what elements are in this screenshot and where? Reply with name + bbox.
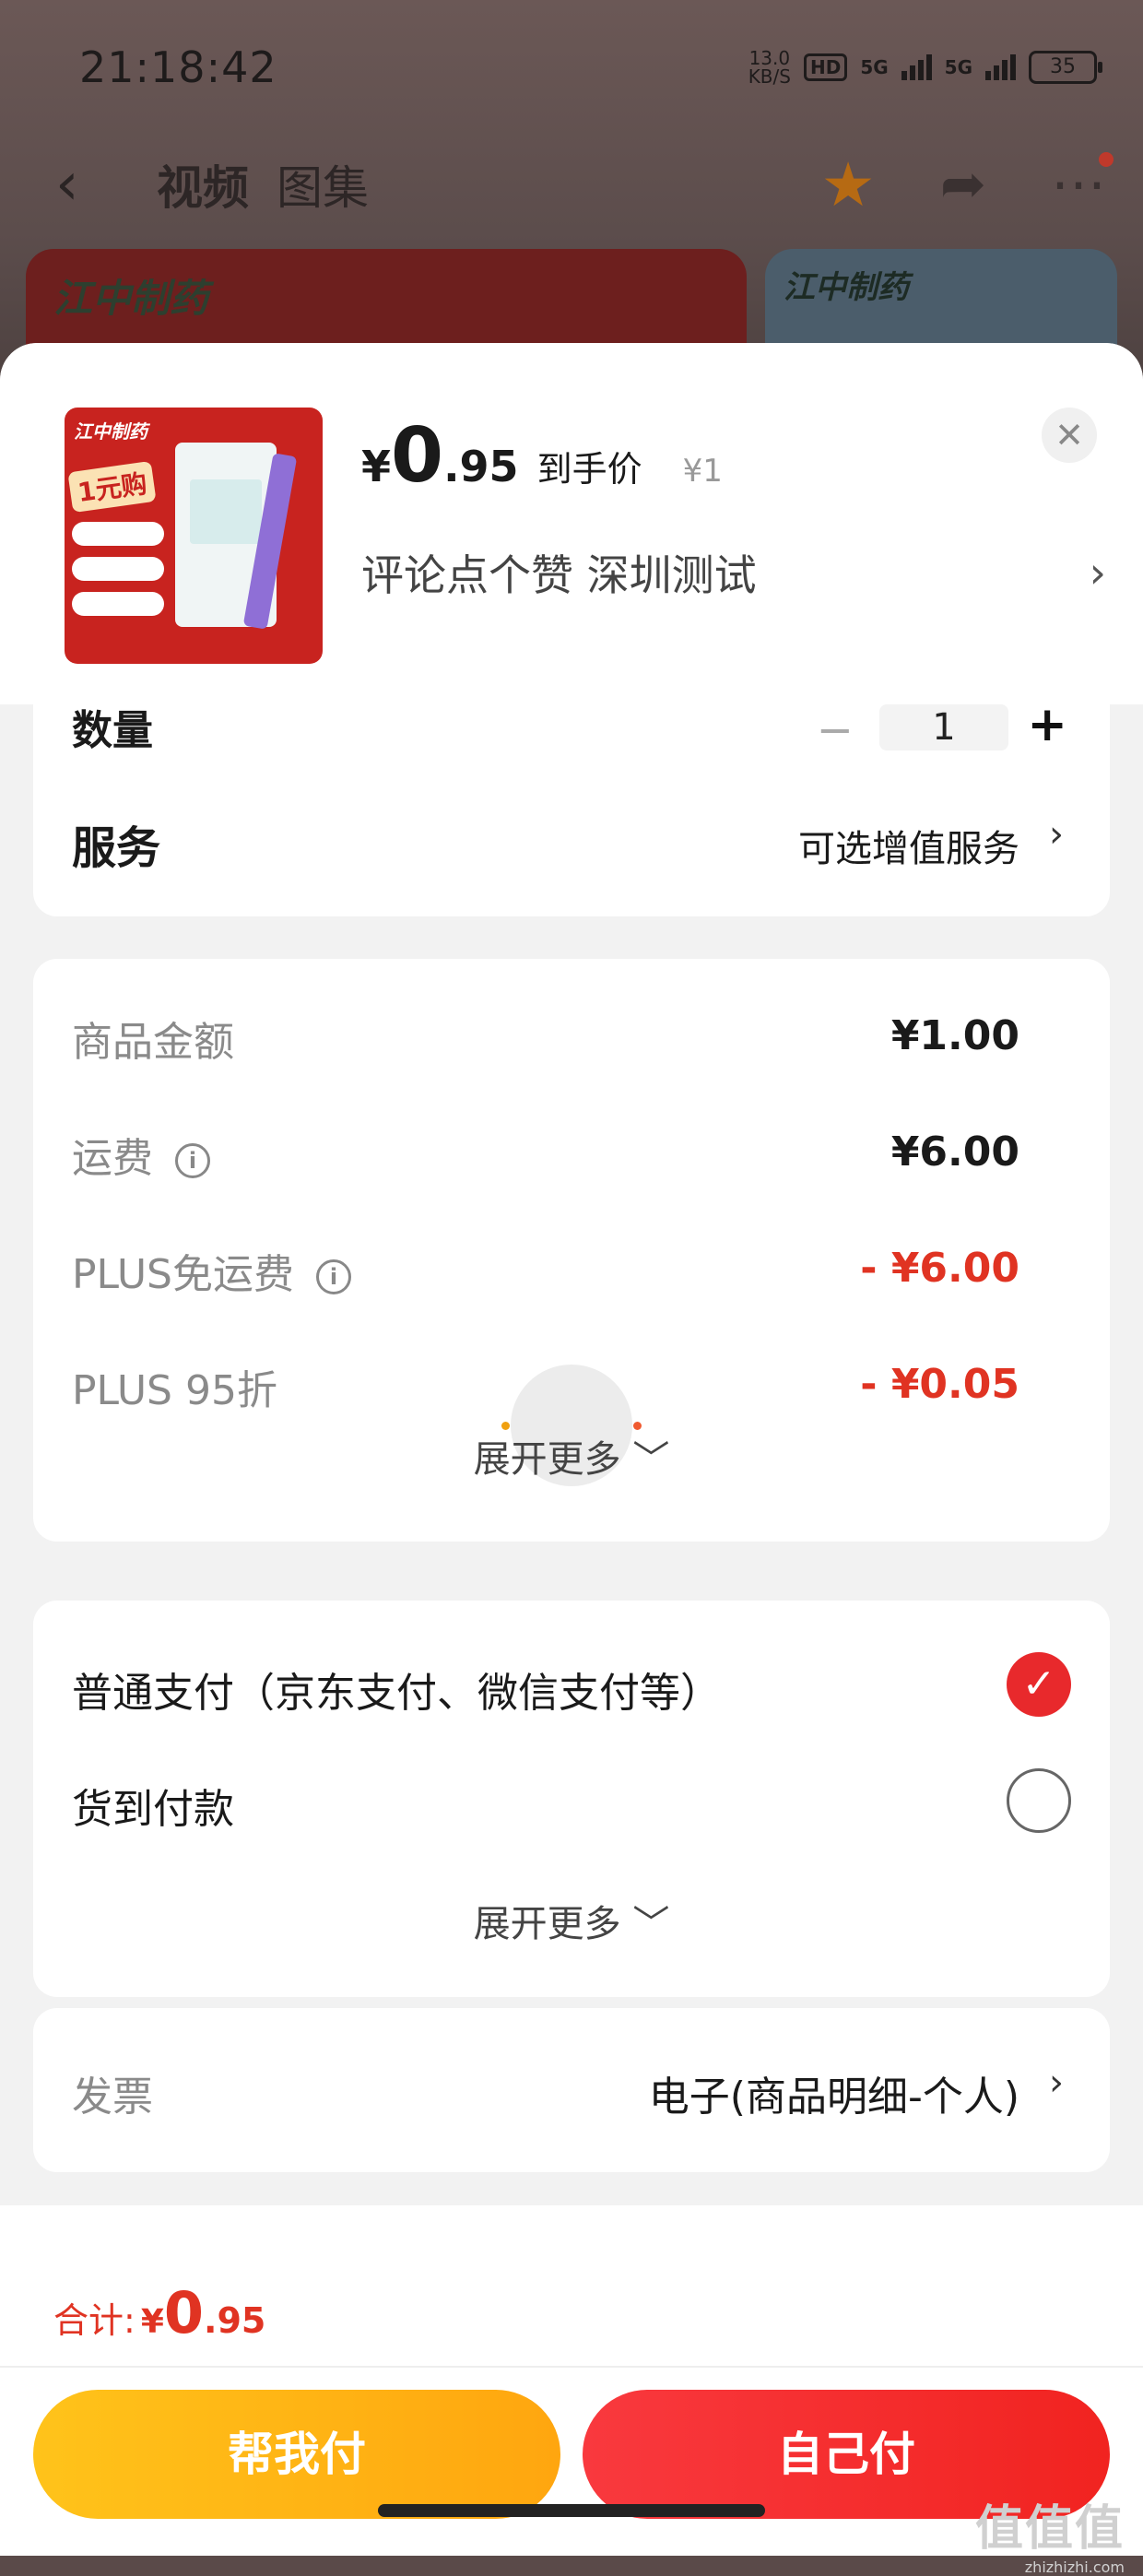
chevron-right-icon[interactable]: › bbox=[1049, 813, 1064, 856]
payment-option-cod[interactable]: 货到付款 bbox=[72, 1776, 234, 1835]
help-pay-button[interactable]: 帮我付 bbox=[33, 2390, 560, 2519]
payment-option-normal[interactable]: 普通支付（京东支付、微信支付等） bbox=[72, 1660, 721, 1719]
signal-label-1: 5G bbox=[860, 56, 889, 78]
top-nav: ‹ 视频 图集 ★ ➦ ⋯ bbox=[55, 148, 1114, 221]
service-label: 服务 bbox=[72, 822, 161, 874]
cost-label-plus-shipping: PLUS免运费 i bbox=[72, 1241, 351, 1300]
service-value[interactable]: 可选增值服务 bbox=[798, 819, 1019, 872]
spec-selector[interactable]: 评论点个赞 深圳测试 bbox=[361, 542, 757, 603]
watermark: 值值值 zhizhizhi.com bbox=[974, 2501, 1125, 2576]
quantity-label: 数量 bbox=[72, 707, 153, 754]
quantity-input[interactable]: 1 bbox=[879, 704, 1008, 750]
check-selected-icon[interactable]: ✓ bbox=[1007, 1652, 1071, 1717]
signal-label-2: 5G bbox=[944, 56, 972, 78]
tab-gallery[interactable]: 图集 bbox=[277, 151, 369, 218]
invoice-label: 发票 bbox=[72, 2074, 153, 2121]
quantity-plus-button[interactable]: + bbox=[1027, 697, 1067, 752]
expand-more-payment[interactable]: 展开更多 ﹀ bbox=[33, 1894, 1110, 1947]
favorite-star-icon[interactable]: ★ bbox=[821, 149, 876, 220]
hd-icon: HD bbox=[803, 53, 848, 81]
cost-value-plus-discount: - ¥0.05 bbox=[860, 1361, 1019, 1408]
thumb-brand: 江中制药 bbox=[74, 420, 147, 443]
final-price-dec: .95 bbox=[443, 442, 519, 491]
status-bar: 21:18:42 13.0 KB/S HD 5G 5G 35 bbox=[79, 35, 1102, 100]
notification-dot bbox=[1099, 152, 1114, 167]
cost-value-shipping: ¥6.00 bbox=[890, 1128, 1019, 1176]
back-icon[interactable]: ‹ bbox=[55, 150, 129, 219]
cost-breakdown-card: 商品金额 ¥1.00 运费 i ¥6.00 PLUS免运费 i - ¥6.00 PL… bbox=[33, 959, 1110, 1542]
share-icon[interactable]: ➦ bbox=[940, 152, 986, 217]
quantity-service-card: 数量 − 1 + 服务 可选增值服务 › bbox=[33, 697, 1110, 916]
home-indicator[interactable] bbox=[378, 2504, 765, 2517]
brand-logo: 江中制药 bbox=[53, 276, 209, 321]
signal-bars-icon-2 bbox=[985, 54, 1016, 80]
payment-method-card: 普通支付（京东支付、微信支付等） ✓ 货到付款 展开更多 ﹀ bbox=[33, 1601, 1110, 1997]
total-dec: .95 bbox=[204, 2300, 266, 2341]
product-summary: 江中制药 1元购 ¥ 0 .95 到手价 ¥1 评论点个赞 深圳测试 › ✕ bbox=[0, 343, 1143, 704]
chevron-right-icon[interactable]: › bbox=[1090, 548, 1106, 597]
checkout-bar: 合计: ¥ 0 .95 帮我付 自己付 bbox=[0, 2205, 1143, 2556]
product-image: 江中制药 1元购 bbox=[65, 408, 323, 664]
radio-unselected-icon[interactable] bbox=[1007, 1768, 1071, 1833]
cost-label-plus-discount: PLUS 95折 bbox=[72, 1367, 277, 1414]
checkout-sheet: 江中制药 1元购 ¥ 0 .95 到手价 ¥1 评论点个赞 深圳测试 › ✕ 数… bbox=[0, 343, 1143, 2556]
price-row: ¥ 0 .95 到手价 ¥1 bbox=[361, 412, 723, 500]
invoice-value[interactable]: 电子(商品明细-个人) bbox=[649, 2063, 1019, 2122]
cost-label-shipping: 运费 i bbox=[72, 1125, 210, 1184]
net-speed: 13.0 KB/S bbox=[748, 47, 791, 88]
expand-more-costs[interactable]: 展开更多 ﹀ bbox=[33, 1429, 1110, 1483]
invoice-card[interactable]: 发票 电子(商品明细-个人) › bbox=[33, 2008, 1110, 2172]
cost-value-plus-shipping: - ¥6.00 bbox=[860, 1245, 1019, 1292]
info-icon[interactable]: i bbox=[175, 1143, 210, 1178]
thumb-promo: 1元购 bbox=[67, 460, 158, 514]
quantity-minus-button[interactable]: − bbox=[817, 704, 854, 756]
signal-bars-icon bbox=[901, 54, 932, 80]
total-int: 0 bbox=[163, 2279, 205, 2346]
final-price-int: 0 bbox=[391, 412, 444, 500]
divider bbox=[0, 2366, 1143, 2368]
original-price: ¥1 bbox=[682, 453, 723, 490]
cost-label-goods: 商品金额 bbox=[72, 1019, 234, 1066]
info-icon[interactable]: i bbox=[316, 1259, 351, 1294]
cost-value-goods: ¥1.00 bbox=[890, 1012, 1019, 1059]
order-total: 合计: ¥ 0 .95 bbox=[53, 2279, 266, 2346]
tab-video[interactable]: 视频 bbox=[157, 151, 249, 218]
more-icon[interactable]: ⋯ bbox=[1051, 152, 1114, 217]
close-icon[interactable]: ✕ bbox=[1042, 408, 1097, 463]
final-price-label: 到手价 bbox=[536, 449, 642, 490]
battery-icon: 35 bbox=[1029, 51, 1102, 84]
total-label: 合计: bbox=[53, 2300, 136, 2341]
brand-logo-2: 江中制药 bbox=[784, 269, 909, 306]
chevron-right-icon[interactable]: › bbox=[1049, 2062, 1064, 2104]
status-time: 21:18:42 bbox=[79, 42, 277, 92]
